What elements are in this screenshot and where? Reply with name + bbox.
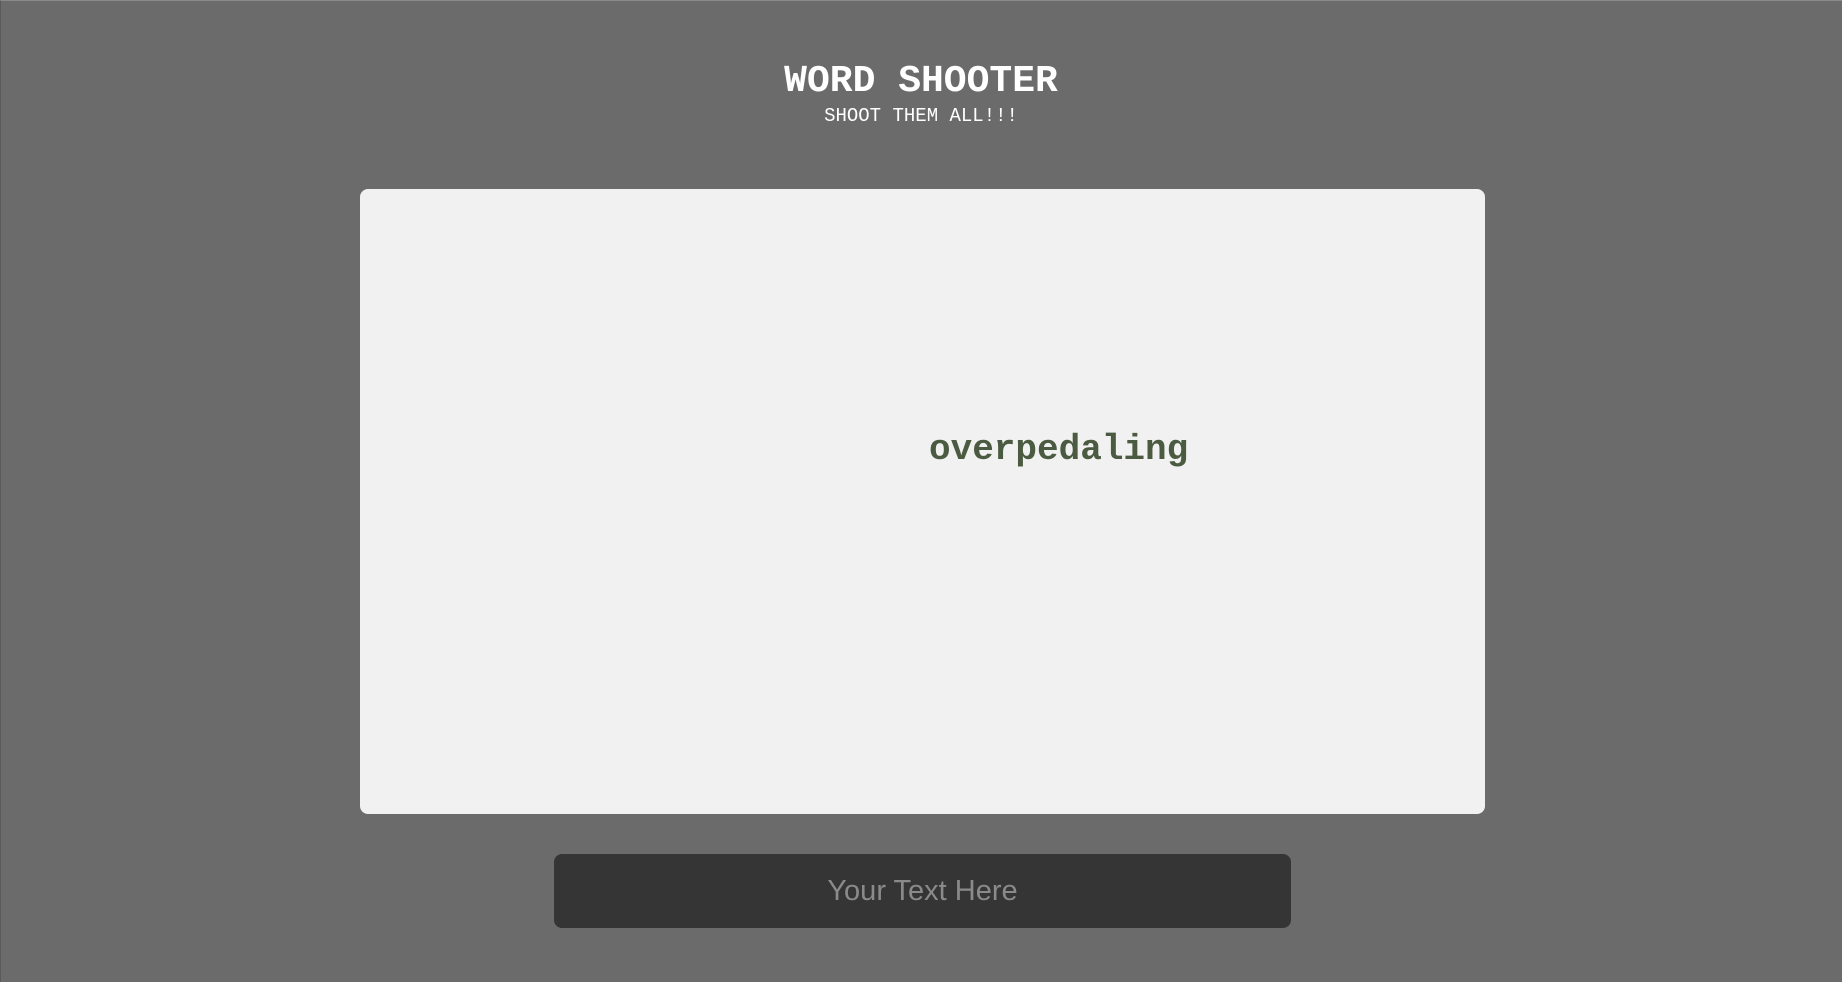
game-header: WORD SHOOTER SHOOT THEM ALL!!!: [0, 60, 1842, 127]
falling-word: overpedaling: [929, 429, 1189, 470]
play-area: overpedaling: [360, 189, 1485, 814]
word-input[interactable]: [554, 854, 1291, 928]
game-title: WORD SHOOTER: [784, 60, 1058, 103]
game-subtitle: SHOOT THEM ALL!!!: [824, 105, 1018, 127]
